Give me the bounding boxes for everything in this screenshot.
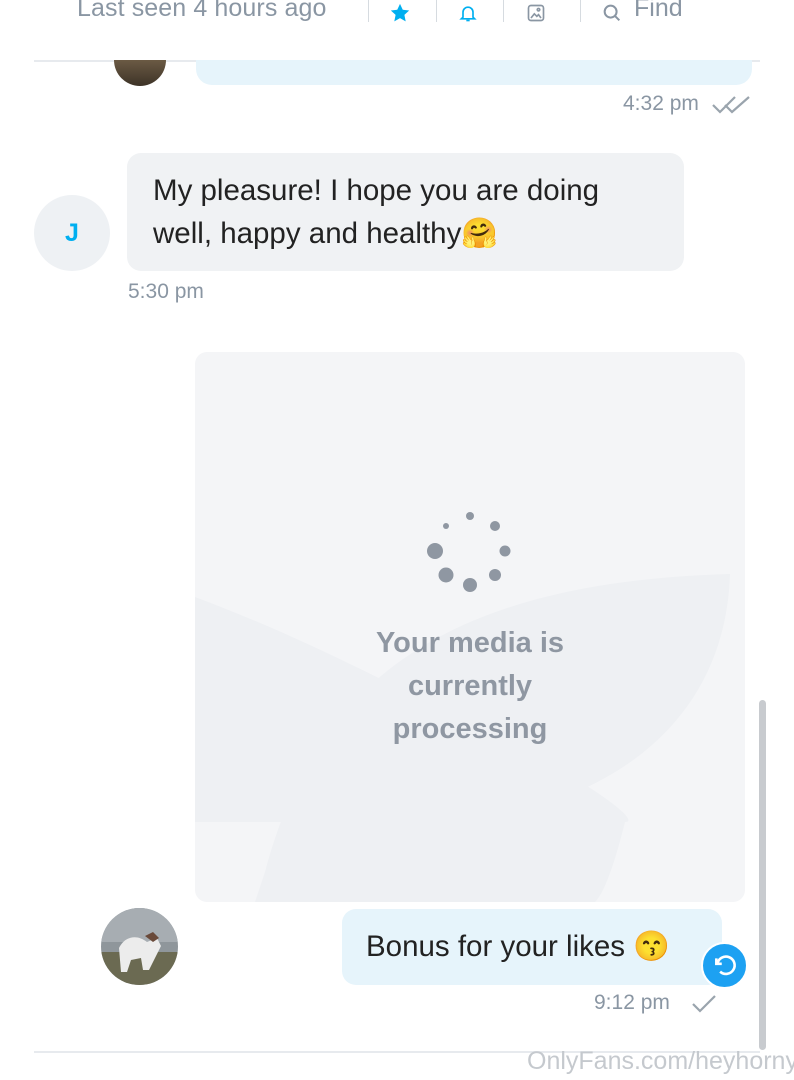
header-divider [368, 0, 369, 22]
message-bubble-outgoing: Bonus for your likes 😙 [342, 909, 722, 985]
message-text: My pleasure! I hope you are doing well, … [153, 174, 600, 250]
message-time: 9:12 pm [594, 991, 670, 1014]
avatar[interactable]: J [34, 195, 110, 271]
processing-message: Your media is currently processing [375, 627, 565, 745]
double-check-icon [711, 94, 753, 121]
star-icon[interactable] [386, 0, 414, 26]
undo-button[interactable] [701, 942, 748, 989]
avatar[interactable] [101, 908, 178, 985]
avatar[interactable] [114, 60, 166, 86]
header-divider [503, 0, 504, 22]
message-bubble-incoming: My pleasure! I hope you are doing well, … [127, 153, 684, 271]
header-divider [436, 0, 437, 22]
check-icon [690, 993, 718, 1020]
search-icon[interactable] [598, 0, 626, 26]
loading-spinner-icon [427, 512, 511, 592]
scrollbar[interactable] [759, 700, 766, 1050]
header-divider [580, 0, 581, 22]
message-text: Bonus for your likes 😙 [366, 930, 670, 963]
image-icon[interactable] [522, 0, 550, 26]
message-time: 4:32 pm [623, 92, 699, 115]
message-bubble-outgoing [196, 60, 752, 85]
last-seen-status: Last seen 4 hours ago [77, 0, 327, 22]
bell-icon[interactable] [454, 0, 482, 26]
media-processing-placeholder[interactable]: Your media is currently processing [195, 352, 745, 902]
watermark: OnlyFans.com/heyhorny [527, 1047, 794, 1075]
find-label[interactable]: Find [634, 0, 683, 23]
undo-icon [714, 954, 736, 975]
avatar-letter: J [65, 218, 79, 247]
message-time: 5:30 pm [128, 280, 204, 303]
